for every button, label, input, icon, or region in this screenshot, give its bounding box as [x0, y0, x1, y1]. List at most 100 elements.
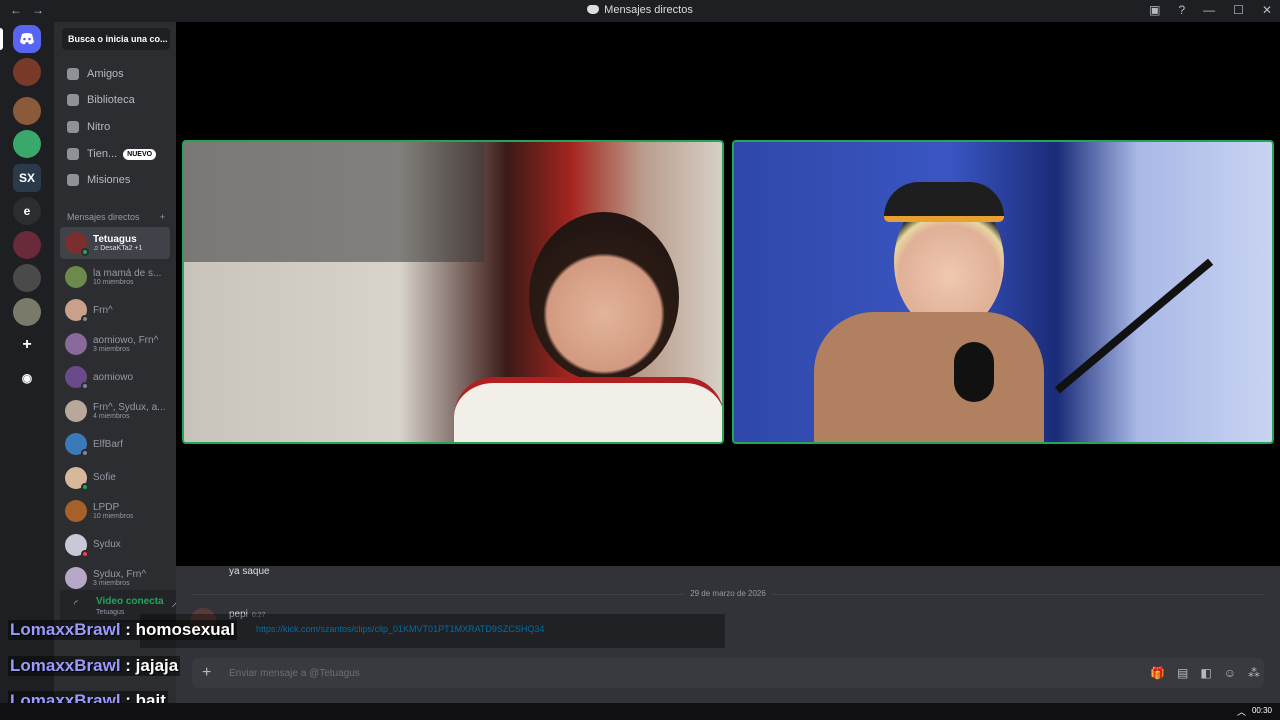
dm-item[interactable]: Tetuagus ♫ DesaKTa2 +1 — [60, 227, 170, 259]
status-indicator — [81, 315, 89, 323]
shop-icon — [67, 148, 79, 160]
dm-text: Sofie — [93, 472, 116, 483]
add-server-button[interactable]: + — [13, 331, 41, 359]
dm-item[interactable]: Sydux — [60, 529, 170, 561]
dm-text: aomiowo — [93, 372, 133, 383]
status-indicator — [81, 248, 89, 256]
window-controls: ▣ ? — ☐ ✕ — [1149, 3, 1272, 17]
video-tile-right[interactable] — [732, 140, 1274, 444]
overlay-username: LomaxxBrawl — [10, 656, 121, 675]
window-title: Mensajes directos — [0, 4, 1280, 16]
nav-library[interactable]: Biblioteca — [60, 88, 170, 112]
taskbar: ︿ 00:30 — [0, 703, 1280, 720]
gif-icon[interactable]: ▤ — [1177, 666, 1188, 680]
stream-chat-overlay: LomaxxBrawl : homosexual LomaxxBrawl : j… — [0, 612, 725, 716]
avatar — [65, 232, 89, 256]
dm-text: Frn^, Sydux, a... 4 miembros — [93, 402, 166, 420]
dm-name: Frn^, Sydux, a... — [93, 401, 166, 413]
microphone — [954, 342, 994, 402]
avatar — [65, 366, 89, 390]
server-icon-9[interactable] — [13, 298, 41, 326]
sticker-icon[interactable]: ◧ — [1200, 666, 1211, 680]
quests-icon — [67, 174, 79, 186]
dm-name: Sydux — [93, 539, 121, 550]
message-text: ya saque — [229, 566, 270, 577]
nav-shop[interactable]: Tien... NUEVO — [60, 142, 170, 166]
overlay-text: : homosexual — [125, 620, 235, 639]
avatar — [65, 533, 89, 558]
discord-logo-icon — [587, 5, 600, 14]
composer-tools: 🎁 ▤ ◧ ☺ ⁂ — [1150, 666, 1260, 680]
dm-subtext: ♫ DesaKTa2 +1 — [93, 245, 143, 252]
avatar — [65, 332, 87, 355]
participant-cap — [884, 182, 1004, 222]
dm-text: LPDP 10 miembros — [93, 502, 133, 520]
dm-subtext: 3 miembros — [93, 345, 130, 353]
dm-name: Tetuagus — [93, 234, 137, 245]
participant-video — [529, 212, 679, 382]
dm-item[interactable]: la mamá de s... 10 miembros — [60, 261, 170, 293]
gift-icon[interactable]: 🎁 — [1150, 666, 1165, 680]
dm-subtext: 3 miembros — [93, 580, 130, 587]
video-tile-left[interactable] — [182, 140, 724, 444]
apps-icon[interactable]: ⁂ — [1248, 666, 1260, 680]
nav-friends[interactable]: Amigos — [60, 62, 170, 86]
dm-item[interactable]: LPDP 10 miembros — [60, 495, 170, 527]
server-icon-sx[interactable]: SX — [13, 164, 41, 192]
minimize-button[interactable]: — — [1203, 3, 1215, 17]
window-frame — [184, 142, 484, 262]
search-input[interactable]: Busca o inicia una co... — [62, 28, 170, 50]
window-title-text: Mensajes directos — [604, 4, 693, 16]
dm-subtext: 4 miembros — [93, 412, 130, 420]
new-badge: NUEVO — [123, 148, 157, 160]
dm-item[interactable]: Frn^ — [60, 294, 170, 326]
server-icon-8[interactable] — [13, 264, 41, 292]
server-icon-1[interactable] — [13, 58, 41, 86]
inbox-icon[interactable]: ▣ — [1149, 3, 1160, 17]
date-divider: 29 de marzo de 2026 — [176, 589, 1280, 598]
dm-header-label: Mensajes directos — [67, 212, 140, 222]
status-indicator — [81, 549, 89, 558]
dm-item[interactable]: Sofie — [60, 462, 170, 494]
dm-item[interactable]: Frn^, Sydux, a... 4 miembros — [60, 395, 170, 427]
home-button[interactable] — [13, 25, 41, 53]
dm-item[interactable]: aomiowo, Frn^ 3 miembros — [60, 328, 170, 360]
nitro-icon — [67, 121, 79, 133]
emoji-icon[interactable]: ☺ — [1224, 666, 1236, 680]
status-indicator — [81, 482, 89, 491]
dm-text: ElfBarf — [93, 439, 123, 450]
participant-shirt — [454, 377, 722, 442]
dm-name: Frn^ — [93, 304, 113, 316]
overlay-text: : jajaja — [125, 656, 179, 675]
library-icon — [67, 94, 79, 106]
dm-name: ElfBarf — [93, 438, 124, 450]
status-indicator — [81, 382, 89, 390]
avatar — [65, 567, 87, 589]
dm-item[interactable]: aomiowo — [60, 361, 170, 393]
maximize-button[interactable]: ☐ — [1233, 3, 1244, 17]
dm-text: Sydux — [93, 539, 121, 550]
discover-icon[interactable]: ◉ — [13, 364, 41, 392]
title-bar: ← → Mensajes directos ▣ ? — ☐ ✕ — [0, 0, 1280, 22]
close-button[interactable]: ✕ — [1262, 3, 1272, 17]
dm-text: Frn^ — [93, 305, 113, 316]
server-icon-7[interactable] — [13, 231, 41, 259]
avatar — [65, 399, 87, 422]
dm-name: aomiowo — [93, 371, 134, 383]
dm-name: aomiowo, Frn^ — [93, 334, 159, 346]
nav-label: Nitro — [87, 121, 111, 133]
create-dm-button[interactable]: + — [160, 212, 165, 222]
server-icon-3[interactable] — [13, 130, 41, 158]
help-icon[interactable]: ? — [1178, 3, 1185, 17]
tray-expand-icon[interactable]: ︿ — [1237, 705, 1246, 718]
dm-name: Sydux, Frn^ — [93, 569, 147, 580]
avatar — [65, 299, 89, 323]
dm-item[interactable]: ElfBarf — [60, 428, 170, 460]
server-icon-e[interactable]: e — [13, 197, 41, 225]
nav-nitro[interactable]: Nitro — [60, 115, 170, 139]
server-icon-2[interactable] — [13, 97, 41, 125]
avatar — [65, 433, 89, 457]
discord-logo-icon — [20, 33, 34, 45]
dm-text: Tetuagus ♫ DesaKTa2 +1 — [93, 234, 142, 252]
nav-quests[interactable]: Misiones — [60, 168, 170, 192]
